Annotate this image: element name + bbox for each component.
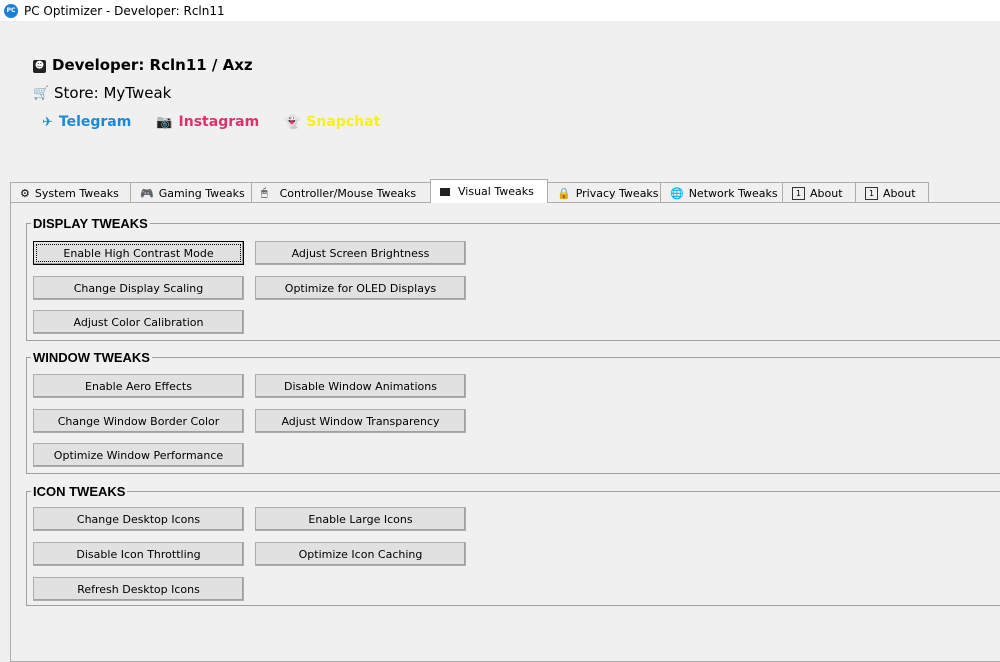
gamepad-icon: 🎮 xyxy=(140,186,154,200)
enable-aero-button[interactable]: Enable Aero Effects xyxy=(33,374,244,398)
globe-icon: 🌐 xyxy=(670,186,684,200)
info-icon: 1 xyxy=(792,186,805,200)
enable-large-icons-button[interactable]: Enable Large Icons xyxy=(255,507,466,531)
optimize-oled-button[interactable]: Optimize for OLED Displays xyxy=(255,276,466,300)
tab-gaming-tweaks[interactable]: 🎮 Gaming Tweaks xyxy=(130,182,252,203)
telegram-label: Telegram xyxy=(58,114,132,130)
optimize-window-performance-button[interactable]: Optimize Window Performance xyxy=(33,443,244,467)
tab-label: System Tweaks xyxy=(34,186,119,200)
snapchat-icon: 👻 xyxy=(284,114,301,130)
change-display-scaling-button[interactable]: Change Display Scaling xyxy=(33,276,244,300)
lock-icon: 🔒 xyxy=(557,186,571,200)
snapchat-label: Snapchat xyxy=(306,114,381,130)
tab-label: Privacy Tweaks xyxy=(575,186,659,200)
enable-high-contrast-button[interactable]: Enable High Contrast Mode xyxy=(33,241,244,265)
info-icon: 1 xyxy=(865,186,878,200)
adjust-transparency-button[interactable]: Adjust Window Transparency xyxy=(255,409,466,433)
telegram-link[interactable]: ✈ Telegram xyxy=(42,114,131,130)
tab-visual-tweaks[interactable]: Visual Tweaks xyxy=(430,179,548,203)
developer-icon: ☻ xyxy=(33,59,46,73)
group-title: WINDOW TWEAKS xyxy=(33,350,150,365)
tab-system-tweaks[interactable]: ⚙ System Tweaks xyxy=(10,182,131,203)
tab-privacy-tweaks[interactable]: 🔒 Privacy Tweaks xyxy=(547,182,661,203)
developer-label: Developer: Rcln11 / Axz xyxy=(52,56,253,74)
tab-strip: ⚙ System Tweaks 🎮 Gaming Tweaks 🖱 Contro… xyxy=(10,179,929,203)
tab-label: About xyxy=(810,186,843,200)
window-title: PC Optimizer - Developer: Rcln11 xyxy=(24,3,225,18)
snapchat-link[interactable]: 👻 Snapchat xyxy=(284,114,380,130)
social-links: ✈ Telegram 📷 Instagram 👻 Snapchat xyxy=(42,114,405,130)
tab-label: Visual Tweaks xyxy=(458,185,534,198)
store-label: Store: MyTweak xyxy=(54,84,172,102)
optimize-icon-caching-button[interactable]: Optimize Icon Caching xyxy=(255,542,466,566)
tab-about-2[interactable]: 1 About xyxy=(855,182,929,203)
store-line: 🛒 Store: MyTweak xyxy=(33,84,171,102)
tab-about[interactable]: 1 About xyxy=(782,182,856,203)
disable-icon-throttling-button[interactable]: Disable Icon Throttling xyxy=(33,542,244,566)
group-title: DISPLAY TWEAKS xyxy=(33,216,148,231)
tab-label: Gaming Tweaks xyxy=(158,186,245,200)
change-border-color-button[interactable]: Change Window Border Color xyxy=(33,409,244,433)
instagram-icon: 📷 xyxy=(156,114,173,130)
tab-label: Network Tweaks xyxy=(688,186,778,200)
tab-label: Controller/Mouse Tweaks xyxy=(279,186,417,200)
refresh-desktop-icons-button[interactable]: Refresh Desktop Icons xyxy=(33,577,244,601)
instagram-label: Instagram xyxy=(178,114,260,130)
gear-icon: ⚙ xyxy=(20,186,30,200)
app-icon: PC xyxy=(4,3,18,18)
tab-controller-mouse-tweaks[interactable]: 🖱 Controller/Mouse Tweaks xyxy=(251,182,431,203)
adjust-color-calibration-button[interactable]: Adjust Color Calibration xyxy=(33,310,244,334)
adjust-brightness-button[interactable]: Adjust Screen Brightness xyxy=(255,241,466,265)
change-desktop-icons-button[interactable]: Change Desktop Icons xyxy=(33,507,244,531)
title-bar: PC PC Optimizer - Developer: Rcln11 xyxy=(0,0,1000,22)
tab-label: About xyxy=(883,186,916,200)
visual-icon xyxy=(440,187,450,196)
tab-network-tweaks[interactable]: 🌐 Network Tweaks xyxy=(660,182,783,203)
group-title: ICON TWEAKS xyxy=(33,484,126,499)
instagram-link[interactable]: 📷 Instagram xyxy=(156,114,259,130)
developer-line: ☻ Developer: Rcln11 / Axz xyxy=(33,56,253,74)
cart-icon: 🛒 xyxy=(33,85,50,101)
mouse-icon: 🖱 xyxy=(261,186,268,199)
disable-window-animations-button[interactable]: Disable Window Animations xyxy=(255,374,466,398)
telegram-icon: ✈ xyxy=(42,114,53,130)
